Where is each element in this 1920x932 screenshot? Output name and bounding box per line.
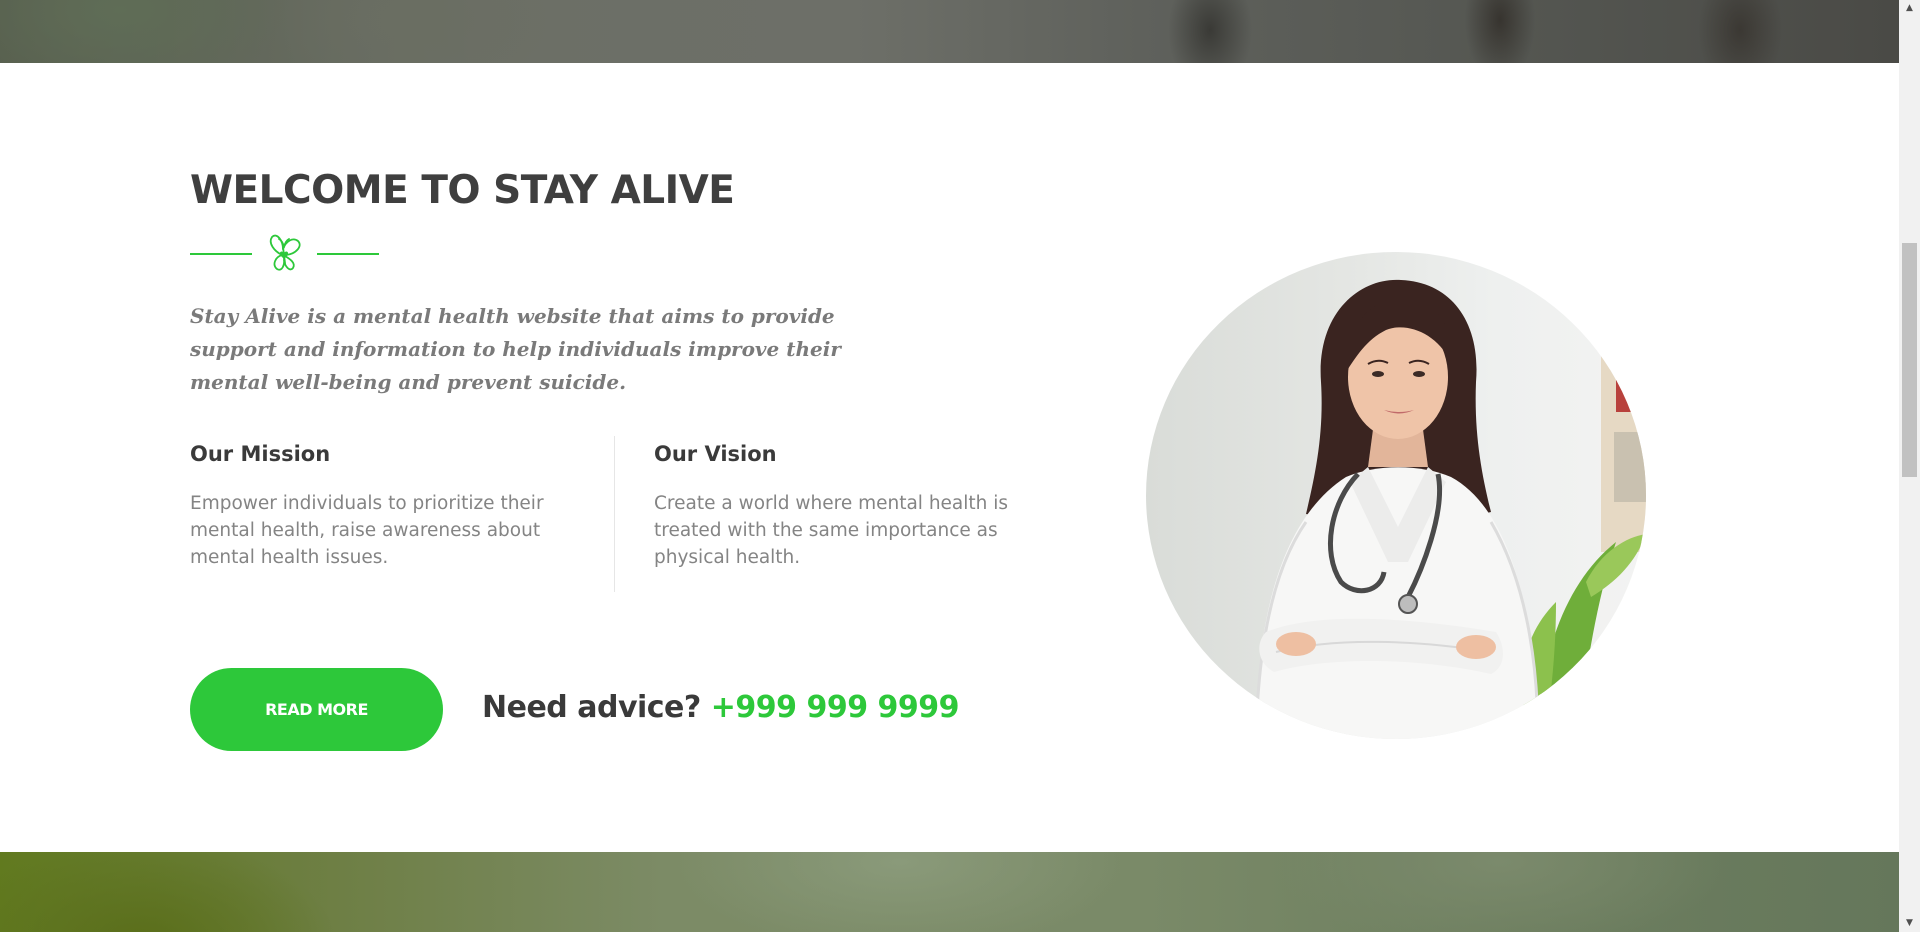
scroll-thumb[interactable] bbox=[1902, 243, 1917, 477]
divider-line-right bbox=[317, 253, 379, 255]
mission-heading: Our Mission bbox=[190, 442, 331, 466]
mission-section: Our Mission Empower individuals to prior… bbox=[190, 440, 590, 571]
scroll-down-arrow-icon[interactable]: ▼ bbox=[1899, 915, 1920, 932]
column-divider bbox=[614, 436, 615, 592]
read-more-button[interactable]: READ MORE bbox=[190, 668, 443, 751]
intro-text: Stay Alive is a mental health website th… bbox=[190, 304, 841, 394]
advice-label: Need advice? bbox=[482, 690, 701, 725]
vision-text: Create a world where mental health is tr… bbox=[654, 493, 1009, 568]
vision-section: Our Vision Create a world where mental h… bbox=[654, 440, 1054, 571]
advice-line: Need advice? +999 999 9999 bbox=[482, 688, 960, 728]
mission-text: Empower individuals to prioritize their … bbox=[190, 493, 544, 568]
title-divider bbox=[190, 233, 380, 277]
divider-line-left bbox=[190, 253, 252, 255]
doctor-portrait-image bbox=[1146, 252, 1646, 739]
footer-background-image bbox=[0, 852, 1899, 932]
scroll-up-arrow-icon[interactable]: ▲ bbox=[1899, 0, 1920, 17]
page-title: WELCOME TO STAY ALIVE bbox=[190, 168, 735, 213]
phone-link[interactable]: +999 999 9999 bbox=[711, 690, 960, 725]
vision-heading: Our Vision bbox=[654, 442, 777, 466]
butterfly-icon bbox=[269, 234, 301, 271]
page-scrollbar[interactable]: ▲ ▼ bbox=[1899, 0, 1920, 932]
page: WELCOME TO STAY ALIVE Stay Alive is a me… bbox=[0, 0, 1920, 932]
hero-background-image bbox=[0, 0, 1899, 63]
